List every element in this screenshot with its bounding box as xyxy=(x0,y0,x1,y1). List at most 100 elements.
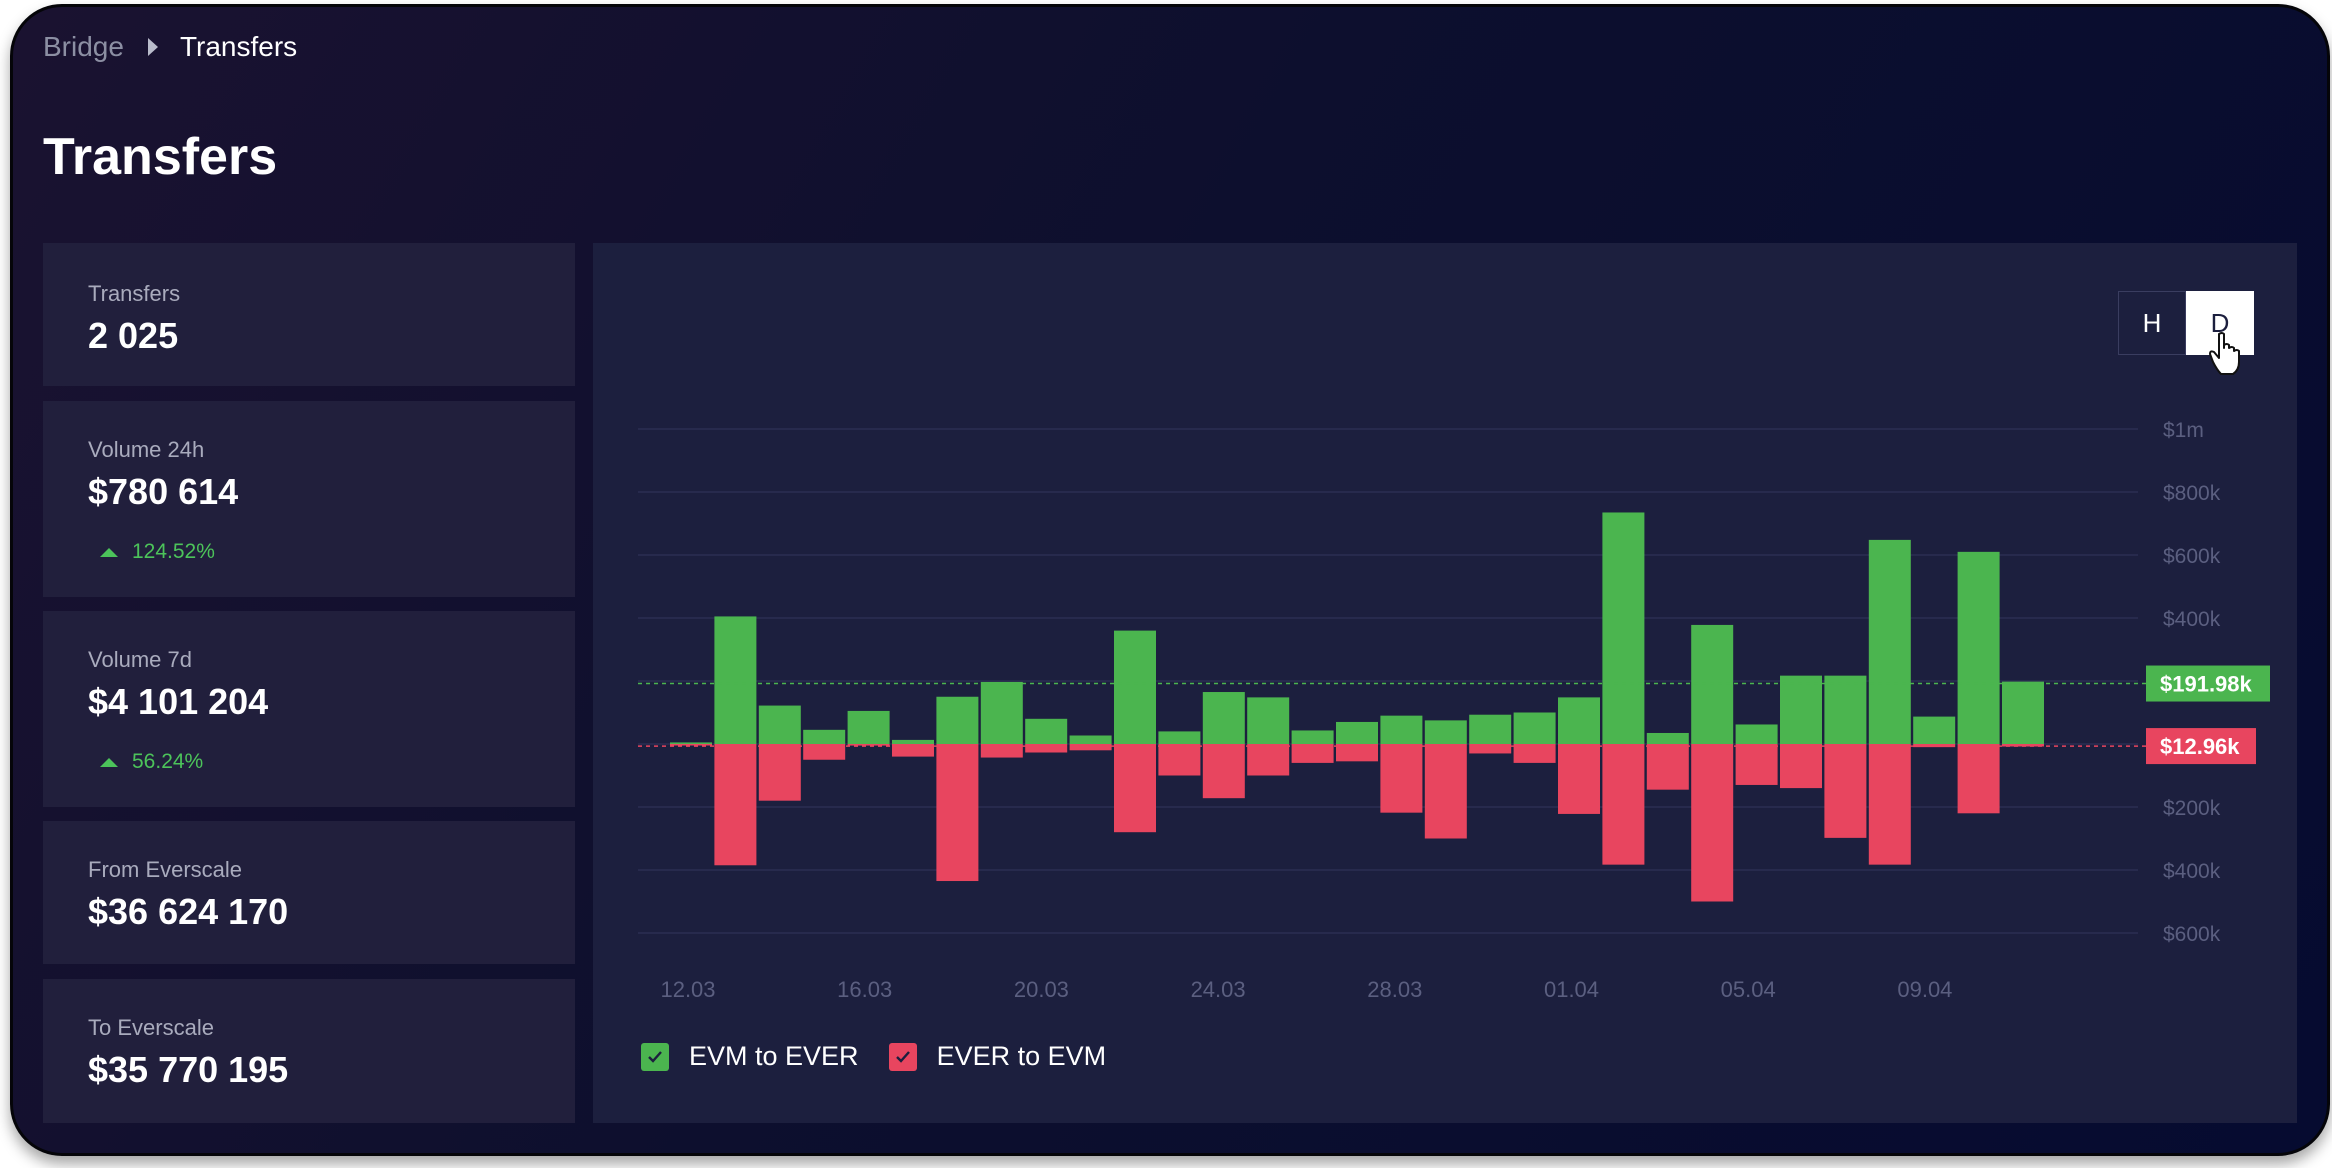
bar-evm-to-ever xyxy=(1691,624,1734,744)
bar-ever-to-evm xyxy=(847,744,890,746)
bar-ever-to-evm xyxy=(1780,744,1822,789)
stat-value: $35 770 195 xyxy=(88,1049,289,1090)
bar-ever-to-evm xyxy=(1202,744,1245,799)
y-tick-label: $400k xyxy=(2163,608,2221,631)
bar-ever-to-evm xyxy=(1868,744,1911,865)
bar-evm-to-ever xyxy=(1868,539,1911,744)
stat-card-volume-24h: Volume 24h $780 614 124.52% xyxy=(43,401,575,597)
breadcrumb: Bridge Transfers xyxy=(43,31,297,63)
stat-card-from-everscale: From Everscale $36 624 170 xyxy=(43,821,575,964)
bar-evm-to-ever xyxy=(1202,692,1245,744)
bar-evm-to-ever xyxy=(1025,718,1068,744)
legend-ever-to-evm[interactable]: EVER to EVM xyxy=(888,1041,1107,1072)
bar-evm-to-ever xyxy=(1957,551,2000,744)
bar-evm-to-ever xyxy=(1646,732,1689,744)
x-tick-label: 05.04 xyxy=(1721,977,1776,1002)
y-tick-label: $600k xyxy=(2163,545,2221,568)
checkbox-checked-icon[interactable] xyxy=(888,1042,917,1071)
bar-evm-to-ever xyxy=(1336,721,1378,744)
hand-cursor-icon xyxy=(2209,332,2240,375)
bar-ever-to-evm xyxy=(1824,744,1867,838)
legend-label: EVER to EVM xyxy=(936,1041,1107,1071)
stat-value: $4 101 204 xyxy=(88,681,269,722)
y-tick-label: $800k xyxy=(2163,482,2221,505)
marker-label-evm-to-ever: $191.98k xyxy=(2160,672,2253,697)
stat-label: From Everscale xyxy=(88,857,243,882)
bar-evm-to-ever xyxy=(892,739,934,744)
bar-evm-to-ever xyxy=(714,616,757,744)
bar-evm-to-ever xyxy=(670,742,712,744)
breadcrumb-current: Transfers xyxy=(179,31,298,62)
bar-evm-to-ever xyxy=(1380,715,1423,744)
stat-delta: 124.52% xyxy=(100,540,215,564)
bar-evm-to-ever xyxy=(803,729,846,744)
stat-value: $36 624 170 xyxy=(88,891,289,932)
bar-ever-to-evm xyxy=(1602,744,1645,865)
x-tick-label: 12.03 xyxy=(660,977,715,1002)
bar-ever-to-evm xyxy=(670,744,712,746)
bar-ever-to-evm xyxy=(1513,744,1556,763)
bar-evm-to-ever xyxy=(936,696,979,744)
x-tick-label: 28.03 xyxy=(1367,977,1422,1002)
stat-label: Volume 7d xyxy=(88,647,192,672)
transfers-chart: $1m$800k$600k$400k$200k$200k$400k$600k$1… xyxy=(638,419,2270,1002)
page-title: Transfers xyxy=(43,128,278,186)
bar-evm-to-ever xyxy=(1913,716,1956,744)
stat-value: $780 614 xyxy=(88,471,239,512)
bar-evm-to-ever xyxy=(1780,675,1822,744)
stat-delta-value: 124.52% xyxy=(132,540,215,563)
bar-evm-to-ever xyxy=(1247,697,1290,744)
legend-evm-to-ever[interactable]: EVM to EVER xyxy=(641,1041,859,1072)
x-tick-label: 16.03 xyxy=(837,977,892,1002)
arrow-up-icon xyxy=(100,757,118,767)
bar-ever-to-evm xyxy=(936,744,979,882)
chart-legend: EVM to EVER EVER to EVM xyxy=(641,1041,1136,1072)
y-tick-label: $1m xyxy=(2163,419,2204,442)
chevron-right-icon xyxy=(147,38,158,56)
bar-evm-to-ever xyxy=(1558,697,1600,744)
bar-evm-to-ever xyxy=(2002,681,2044,744)
bar-ever-to-evm xyxy=(1114,744,1156,833)
bar-evm-to-ever xyxy=(1069,735,1112,744)
bar-ever-to-evm xyxy=(1735,744,1778,785)
stat-label: To Everscale xyxy=(88,1015,214,1040)
checkbox-checked-icon[interactable] xyxy=(641,1042,669,1071)
bar-evm-to-ever xyxy=(1513,712,1556,744)
y-tick-label: $600k xyxy=(2163,923,2221,946)
bar-ever-to-evm xyxy=(714,744,757,866)
bar-ever-to-evm xyxy=(1957,744,2000,814)
bar-evm-to-ever xyxy=(1469,714,1512,744)
stat-label: Transfers xyxy=(88,281,181,306)
stat-card-to-everscale: To Everscale $35 770 195 xyxy=(43,979,575,1123)
bar-evm-to-ever xyxy=(847,710,890,744)
stat-card-volume-7d: Volume 7d $4 101 204 56.24% xyxy=(43,611,575,807)
bar-evm-to-ever xyxy=(1158,731,1201,744)
stat-delta: 56.24% xyxy=(100,750,203,774)
x-tick-label: 01.04 xyxy=(1544,977,1599,1002)
x-tick-label: 09.04 xyxy=(1897,977,1952,1002)
stat-delta-value: 56.24% xyxy=(132,750,204,773)
legend-label: EVM to EVER xyxy=(689,1041,859,1071)
bar-evm-to-ever xyxy=(1114,630,1156,744)
stat-card-transfers: Transfers 2 025 xyxy=(43,243,575,386)
bar-ever-to-evm xyxy=(1291,744,1334,763)
stat-value: 2 025 xyxy=(88,315,179,356)
transfers-chart-panel: $1m$800k$600k$400k$200k$200k$400k$600k$1… xyxy=(593,243,2297,1123)
timeframe-hour-button[interactable]: H xyxy=(2118,291,2186,355)
bar-ever-to-evm xyxy=(1025,744,1068,753)
breadcrumb-bridge-link[interactable]: Bridge xyxy=(43,31,124,63)
bar-ever-to-evm xyxy=(1380,744,1423,813)
bar-ever-to-evm xyxy=(1691,744,1734,902)
y-tick-label: $200k xyxy=(2163,797,2221,820)
bar-evm-to-ever xyxy=(1824,675,1867,744)
bar-ever-to-evm xyxy=(1247,744,1290,776)
bar-ever-to-evm xyxy=(1069,744,1112,751)
bar-evm-to-ever xyxy=(758,705,801,744)
bar-evm-to-ever xyxy=(1424,720,1467,744)
bar-evm-to-ever xyxy=(1291,730,1334,744)
marker-label-ever-to-evm: $12.96k xyxy=(2160,734,2240,759)
bar-ever-to-evm xyxy=(1646,744,1689,790)
bar-evm-to-ever xyxy=(1602,512,1645,744)
bar-ever-to-evm xyxy=(1558,744,1600,814)
app-window: Bridge Transfers Transfers Transfers 2 0… xyxy=(10,4,2330,1156)
